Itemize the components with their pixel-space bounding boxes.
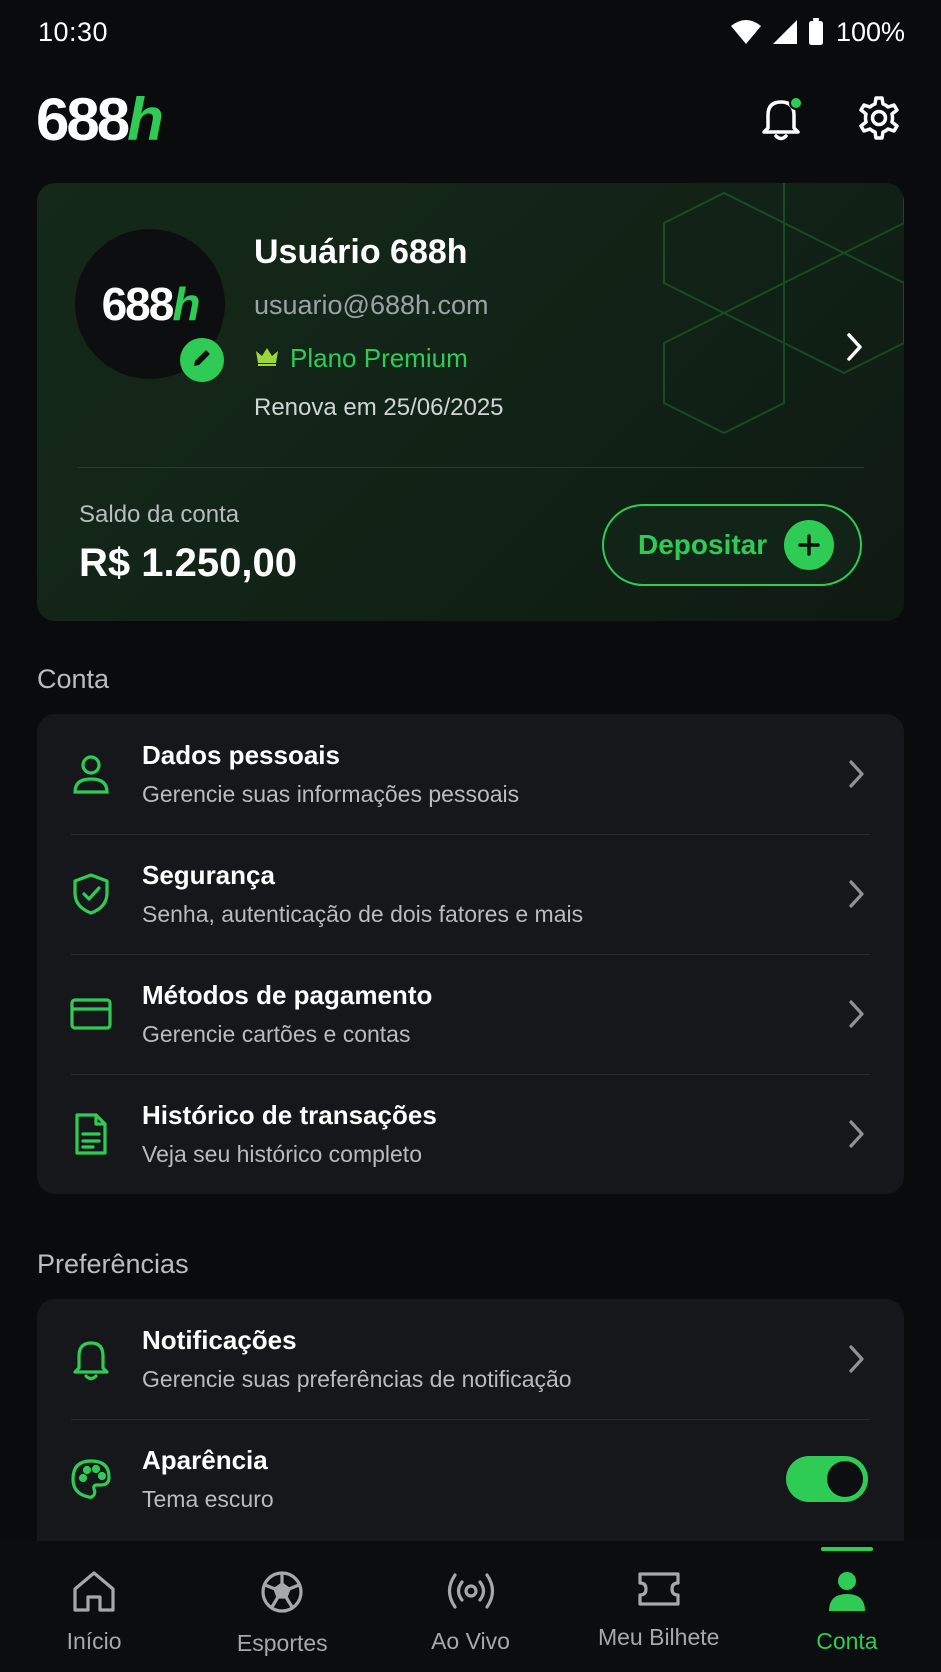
app-header: 688h — [0, 84, 941, 156]
chevron-right-icon — [844, 994, 868, 1034]
person-icon — [826, 1569, 868, 1618]
dark-theme-toggle[interactable] — [786, 1456, 868, 1502]
document-icon — [69, 1112, 113, 1156]
brand-logo[interactable]: 688h — [36, 90, 164, 150]
card-divider — [77, 467, 864, 468]
deposit-button[interactable]: Depositar — [602, 504, 862, 586]
avatar-logo-number: 688 — [101, 278, 175, 330]
menu-item-subtitle: Veja seu histórico completo — [142, 1141, 422, 1167]
menu-item-title: Histórico de transações — [142, 1100, 437, 1130]
menu-item-subtitle: Senha, autenticação de dois fatores e ma… — [142, 901, 584, 927]
menu-item-appearance[interactable]: Aparência Tema escuro — [37, 1419, 904, 1539]
logo-number: 688 — [36, 86, 130, 153]
menu-item-subtitle: Gerencie suas informações pessoais — [142, 781, 520, 807]
notification-dot — [789, 96, 803, 110]
status-icons: 100% — [730, 17, 905, 48]
status-time: 10:30 — [38, 16, 109, 47]
settings-button[interactable] — [853, 94, 905, 146]
menu-item-title: Segurança — [142, 860, 275, 890]
menu-item-title: Notificações — [142, 1325, 297, 1355]
nav-label: Esportes — [236, 1630, 328, 1656]
toggle-knob — [827, 1461, 863, 1497]
plan-badge: Plano Premium — [254, 343, 504, 374]
chevron-right-icon — [844, 874, 868, 914]
wifi-icon — [730, 19, 762, 45]
logo-letter: h — [127, 86, 164, 153]
chevron-right-icon — [844, 1339, 868, 1379]
nav-item-my-ticket[interactable]: Meu Bilhete — [565, 1541, 753, 1672]
shield-check-icon — [69, 872, 113, 916]
menu-item-personal-data[interactable]: Dados pessoais Gerencie suas informações… — [37, 714, 904, 834]
nav-label: Conta — [816, 1628, 878, 1654]
live-broadcast-icon — [446, 1569, 496, 1618]
nav-item-live[interactable]: Ao Vivo — [376, 1541, 564, 1672]
menu-item-transaction-history[interactable]: Histórico de transações Veja seu históri… — [37, 1074, 904, 1194]
menu-item-subtitle: Gerencie suas preferências de notificaçã… — [142, 1366, 572, 1392]
pencil-icon — [191, 347, 213, 374]
avatar-logo-letter: h — [172, 278, 200, 330]
status-bar: 10:30 100% — [0, 0, 941, 64]
crown-icon — [254, 345, 280, 372]
menu-item-title: Métodos de pagamento — [142, 980, 433, 1010]
user-email: usuario@688h.com — [254, 290, 489, 320]
nav-item-sports[interactable]: Esportes — [188, 1541, 376, 1672]
balance-value: R$ 1.250,00 — [79, 541, 297, 585]
header-actions — [755, 94, 905, 146]
notifications-button[interactable] — [755, 94, 807, 146]
menu-item-title: Dados pessoais — [142, 740, 340, 770]
battery-icon — [808, 18, 824, 46]
plan-label: Plano Premium — [290, 343, 468, 373]
profile-info: Usuário 688h usuario@688h.com Plano Prem… — [254, 233, 504, 422]
plus-icon — [784, 520, 834, 570]
nav-label: Meu Bilhete — [597, 1624, 720, 1650]
avatar-logo: 688h — [101, 277, 201, 331]
menu-item-security[interactable]: Segurança Senha, autenticação de dois fa… — [37, 834, 904, 954]
account-menu: Dados pessoais Gerencie suas informações… — [37, 714, 904, 1194]
menu-item-subtitle: Tema escuro — [142, 1486, 274, 1512]
menu-item-subtitle: Gerencie cartões e contas — [142, 1021, 411, 1047]
credit-card-icon — [69, 992, 113, 1036]
menu-item-payment-methods[interactable]: Métodos de pagamento Gerencie cartões e … — [37, 954, 904, 1074]
active-indicator — [820, 1547, 873, 1551]
profile-card: 688h Usuário 688h usuario@688h.com Plano… — [37, 183, 904, 621]
balance-label: Saldo da conta — [79, 501, 240, 528]
edit-avatar-button[interactable] — [180, 338, 224, 382]
menu-item-title: Aparência — [142, 1445, 268, 1475]
bell-icon — [69, 1337, 113, 1381]
user-name: Usuário 688h — [254, 233, 468, 271]
bottom-nav: Início Esportes Ao Vivo Meu Bilhete Cont… — [0, 1541, 941, 1672]
chevron-right-icon — [844, 1114, 868, 1154]
section-title-preferences: Preferências — [37, 1249, 189, 1279]
home-icon — [71, 1569, 117, 1618]
palette-icon — [69, 1457, 113, 1501]
nav-label: Início — [66, 1628, 122, 1654]
gear-icon — [856, 95, 902, 146]
preferences-menu: Notificações Gerencie suas preferências … — [37, 1299, 904, 1541]
nav-item-home[interactable]: Início — [0, 1541, 188, 1672]
renewal-date: Renova em 25/06/2025 — [254, 394, 504, 421]
soccer-ball-icon — [259, 1569, 305, 1620]
ticket-icon — [636, 1569, 682, 1614]
deposit-label: Depositar — [638, 529, 768, 560]
menu-item-notifications[interactable]: Notificações Gerencie suas preferências … — [37, 1299, 904, 1419]
chevron-right-icon — [844, 754, 868, 794]
battery-percentage: 100% — [835, 16, 905, 47]
nav-label: Ao Vivo — [431, 1628, 510, 1654]
nav-item-account[interactable]: Conta — [753, 1541, 941, 1672]
cellular-signal-icon — [772, 19, 798, 45]
user-icon — [69, 752, 113, 796]
chevron-right-icon — [844, 333, 864, 367]
section-title-account: Conta — [37, 664, 110, 694]
profile-details-button[interactable] — [844, 331, 864, 368]
